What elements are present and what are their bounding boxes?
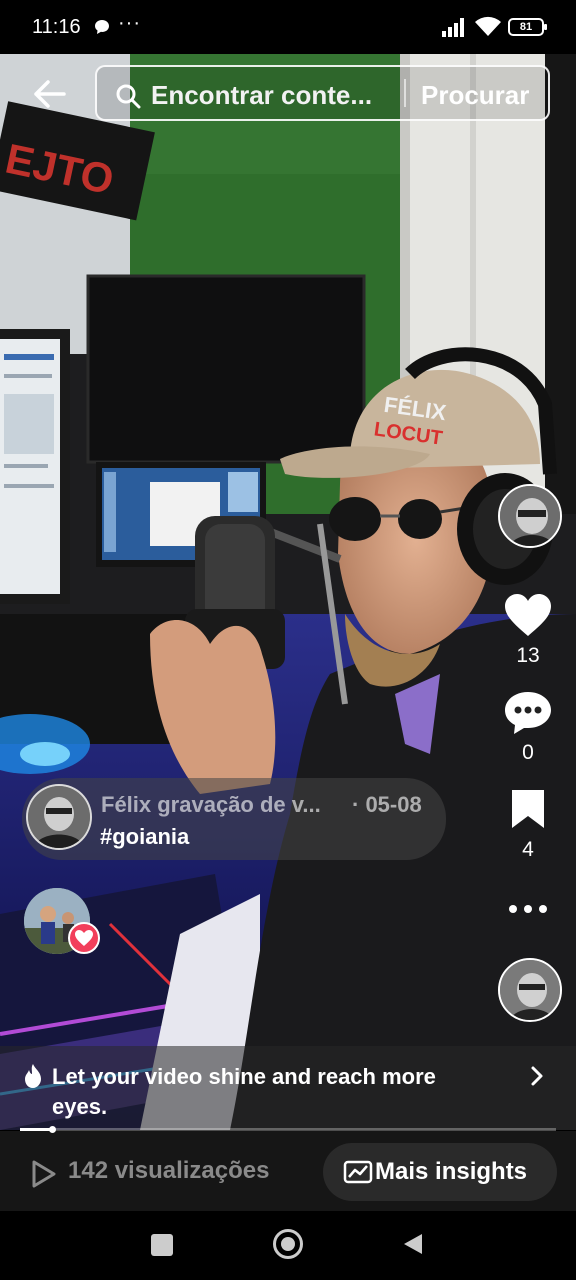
like-heart-icon[interactable] [504, 594, 552, 638]
hashtag-link[interactable]: #goiania [100, 824, 189, 850]
search-icon [116, 84, 141, 109]
signal-icon [442, 18, 464, 37]
search-bar[interactable]: Encontrar conte... Procurar [95, 65, 550, 121]
stats-bar: 142 visualizações Mais insights [0, 1131, 576, 1211]
system-nav-bar [0, 1211, 576, 1280]
heart-badge-icon [68, 922, 100, 954]
search-button[interactable]: Procurar [421, 80, 529, 111]
wifi-icon [475, 16, 501, 36]
progress-fill [20, 1128, 53, 1131]
creator-avatar[interactable] [498, 484, 562, 548]
search-divider [404, 79, 406, 107]
music-disc[interactable] [498, 958, 562, 1022]
more-insights-button[interactable]: Mais insights [323, 1143, 557, 1201]
recents-button[interactable] [151, 1234, 173, 1256]
video-frame: EJTO FÉLIX LOCUT [0, 54, 576, 1130]
comment-icon[interactable] [504, 690, 552, 736]
status-bar: 11:16 ··· 81 [0, 0, 576, 54]
play-icon [32, 1160, 56, 1188]
bookmark-icon[interactable] [510, 788, 546, 830]
system-back-icon[interactable] [402, 1232, 424, 1256]
chevron-right-icon[interactable] [528, 1065, 546, 1087]
promo-banner[interactable]: Let your video shine and reach more eyes… [0, 1046, 576, 1130]
status-time: 11:16 [32, 16, 81, 38]
video-player[interactable]: EJTO FÉLIX LOCUT [0, 54, 576, 1130]
video-progress-bar[interactable] [20, 1126, 556, 1133]
analytics-chart-icon [343, 1160, 373, 1184]
likes-count: 13 [516, 644, 540, 667]
saves-count: 4 [522, 838, 534, 861]
more-options-icon[interactable] [508, 902, 548, 916]
more-insights-label: Mais insights [375, 1158, 528, 1185]
post-info-card[interactable]: Félix gravação de v... · 05-08 #goiania [22, 778, 446, 860]
post-date: · 05-08 [352, 792, 422, 817]
back-arrow-icon[interactable] [30, 74, 70, 114]
more-notifications-indicator: ··· [118, 12, 141, 34]
comments-count: 0 [522, 741, 534, 764]
battery-icon: 81 [508, 18, 547, 36]
home-button[interactable] [273, 1229, 303, 1259]
flame-icon [25, 1064, 41, 1088]
search-input[interactable]: Encontrar conte... [151, 80, 372, 111]
battery-level: 81 [519, 21, 533, 33]
author-name[interactable]: Félix gravação de v... [101, 792, 321, 818]
author-avatar[interactable] [26, 784, 92, 850]
author-avatar-image [28, 786, 90, 848]
promo-text: Let your video shine and reach more eyes… [52, 1064, 436, 1119]
chat-notification-icon [95, 20, 109, 34]
views-count: 142 visualizações [68, 1157, 270, 1184]
